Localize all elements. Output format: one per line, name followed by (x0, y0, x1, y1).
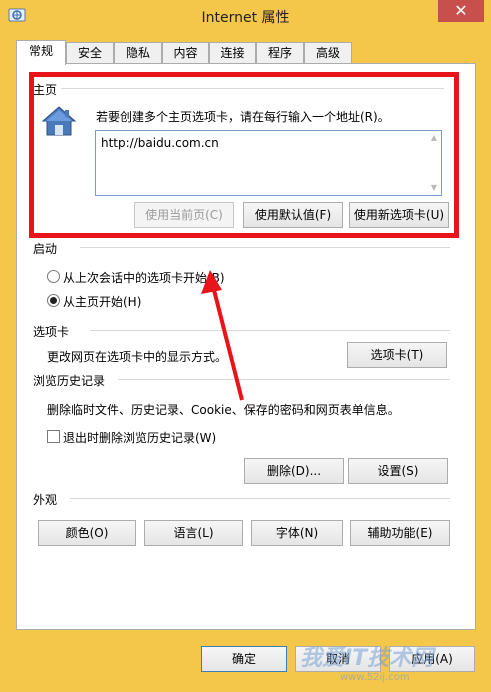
homepage-description: 若要创建多个主页选项卡，请在每行输入一个地址(R)。 (96, 110, 390, 124)
startup-last-session-label: 从上次会话中的选项卡开始(B) (63, 271, 225, 285)
scroll-up-icon[interactable]: ▲ (429, 133, 439, 143)
delete-on-exit-label: 退出时删除浏览历史记录(W) (63, 431, 217, 445)
startup-homepage-radio[interactable] (47, 294, 60, 307)
startup-section-label: 启动 (33, 240, 62, 257)
use-default-button[interactable]: 使用默认值(F) (243, 202, 343, 228)
history-divider (118, 379, 450, 380)
appearance-divider (70, 498, 450, 499)
fonts-button[interactable]: 字体(N) (251, 520, 343, 546)
tab-connections[interactable]: 连接 (209, 42, 256, 64)
tabs-section-description: 更改网页在选项卡中的显示方式。 (47, 350, 228, 364)
history-settings-button[interactable]: 设置(S) (348, 458, 448, 484)
colors-button[interactable]: 颜色(O) (38, 520, 136, 546)
startup-divider (80, 247, 450, 248)
tab-content[interactable]: 内容 (162, 42, 209, 64)
history-section-label: 浏览历史记录 (33, 372, 110, 389)
close-button[interactable]: ✕ (438, 0, 484, 22)
title-bar[interactable]: Internet 属性 ✕ (0, 0, 491, 32)
tab-advanced[interactable]: 高级 (304, 42, 352, 64)
languages-button[interactable]: 语言(L) (144, 520, 243, 546)
home-icon (41, 106, 77, 136)
tab-programs[interactable]: 程序 (256, 42, 304, 64)
tab-privacy[interactable]: 隐私 (114, 42, 162, 64)
homepage-divider (60, 88, 444, 89)
watermark-url: www.52ij.com (340, 672, 410, 683)
startup-last-session-radio[interactable] (47, 270, 60, 283)
scroll-down-icon[interactable]: ▼ (429, 183, 439, 193)
delete-history-button[interactable]: 删除(D)... (244, 458, 344, 484)
homepage-url-value: http://baidu.com.cn (101, 136, 219, 150)
tabs-settings-button[interactable]: 选项卡(T) (347, 342, 447, 368)
tab-strip: 常规 安全 隐私 内容 连接 程序 高级 (16, 40, 476, 65)
startup-homepage-label: 从主页开始(H) (63, 295, 142, 309)
homepage-url-input[interactable]: http://baidu.com.cn ▲ ▼ (95, 130, 442, 196)
ok-button[interactable]: 确定 (201, 646, 287, 672)
internet-options-window: Internet 属性 ✕ 常规 安全 隐私 内容 连接 程序 高级 主页 若要… (0, 0, 491, 692)
tabs-section-label: 选项卡 (33, 323, 74, 340)
tabs-section-divider (90, 330, 450, 331)
homepage-section-label: 主页 (33, 81, 62, 98)
tab-security[interactable]: 安全 (66, 42, 114, 64)
appearance-section-label: 外观 (33, 491, 62, 508)
delete-on-exit-checkbox[interactable] (47, 430, 60, 443)
tab-general[interactable]: 常规 (16, 40, 66, 65)
window-title: Internet 属性 (201, 10, 290, 26)
use-new-tab-button[interactable]: 使用新选项卡(U) (349, 202, 449, 228)
use-current-button[interactable]: 使用当前页(C) (134, 202, 234, 228)
history-description: 删除临时文件、历史记录、Cookie、保存的密码和网页表单信息。 (47, 403, 400, 417)
watermark-logo: 我爱IT技术网 (300, 646, 434, 671)
accessibility-button[interactable]: 辅助功能(E) (350, 520, 450, 546)
